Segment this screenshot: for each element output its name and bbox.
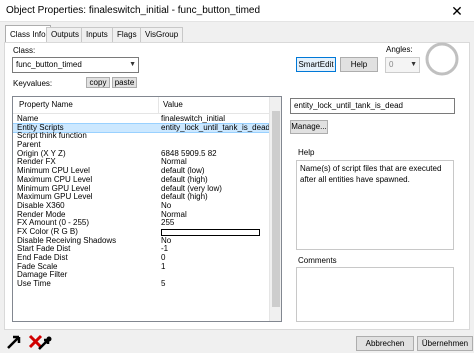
- class-value: func_button_timed: [16, 60, 82, 69]
- table-row[interactable]: Damage Filter: [13, 271, 270, 280]
- grid-header: Property Name Value: [13, 97, 270, 114]
- property-grid[interactable]: Property Name Value Name finaleswitch_ini…: [12, 96, 282, 322]
- comments-textarea[interactable]: [296, 267, 454, 322]
- angle-dial-icon[interactable]: [424, 41, 460, 77]
- angles-select[interactable]: 0 ▼: [385, 57, 420, 73]
- column-divider[interactable]: [158, 97, 159, 114]
- close-icon[interactable]: ✕: [440, 0, 474, 22]
- cancel-button[interactable]: Abbrechen: [356, 336, 414, 351]
- title-bar: Object Properties: finaleswitch_initial …: [0, 0, 474, 22]
- property-name: Use Time: [17, 279, 51, 289]
- help-label: Help: [298, 148, 315, 157]
- tab-visgroup[interactable]: VisGroup: [140, 27, 184, 42]
- apply-button[interactable]: Übernehmen: [417, 336, 473, 351]
- table-row[interactable]: Use Time 5: [13, 279, 270, 289]
- smartedit-button[interactable]: SmartEdit: [296, 57, 336, 72]
- keyvalues-label: Keyvalues:: [13, 79, 53, 88]
- window-title: Object Properties: finaleswitch_initial …: [6, 5, 261, 16]
- class-select[interactable]: func_button_timed ▼: [12, 57, 139, 73]
- eyedropper-icon[interactable]: [37, 335, 53, 351]
- pick-entity-icon[interactable]: [5, 333, 22, 350]
- copy-button[interactable]: copy: [86, 77, 110, 88]
- chevron-down-icon: ▼: [129, 61, 136, 68]
- scrollbar-thumb[interactable]: [272, 111, 280, 307]
- property-value: 1: [161, 261, 166, 271]
- tab-class-info[interactable]: Class Info: [5, 25, 51, 43]
- grid-rows: Name finaleswitch_initial Entity Scripts en…: [13, 114, 271, 289]
- property-value: entity_lock_until_tank_is_dead: [161, 122, 270, 132]
- manage-button[interactable]: Manage...: [290, 120, 328, 134]
- tab-inputs[interactable]: Inputs: [81, 27, 113, 42]
- tab-outputs[interactable]: Outputs: [46, 27, 85, 42]
- color-swatch[interactable]: [161, 228, 260, 236]
- class-label: Class:: [13, 46, 36, 55]
- comments-label: Comments: [298, 256, 337, 265]
- tab-flags[interactable]: Flags: [112, 27, 142, 42]
- help-text-box: Name(s) of script files that are execute…: [296, 160, 454, 250]
- property-value: 255: [161, 218, 175, 228]
- column-header-value[interactable]: Value: [163, 100, 183, 109]
- column-header-name[interactable]: Property Name: [19, 100, 73, 109]
- help-button[interactable]: Help: [340, 57, 378, 72]
- help-text: Name(s) of script files that are execute…: [300, 164, 442, 184]
- chevron-down-icon: ▼: [410, 61, 417, 68]
- angles-label: Angles:: [386, 45, 413, 54]
- table-row[interactable]: Script think function: [13, 132, 270, 141]
- grid-scrollbar[interactable]: [269, 97, 281, 321]
- property-value: 5: [161, 279, 166, 289]
- angles-value: 0: [389, 60, 394, 69]
- paste-button[interactable]: paste: [112, 77, 137, 88]
- value-input[interactable]: entity_lock_until_tank_is_dead: [290, 98, 455, 114]
